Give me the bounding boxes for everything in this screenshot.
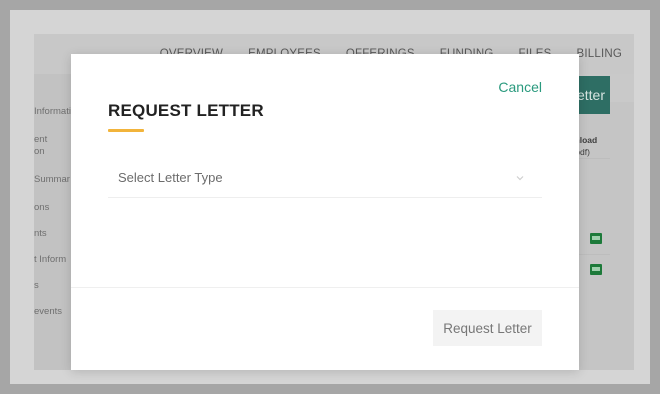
sidebar-item[interactable]: ent [34, 134, 47, 146]
request-letter-button[interactable]: Request Letter [433, 310, 542, 346]
modal-divider [71, 287, 579, 288]
sidebar-item[interactable]: Summar [34, 174, 70, 186]
sidebar-item[interactable]: t Inform [34, 254, 66, 266]
letter-type-select[interactable]: Select Letter Type [108, 160, 542, 198]
sidebar-item[interactable]: on [34, 146, 45, 158]
title-underline [108, 129, 144, 132]
sidebar-item[interactable]: nts [34, 228, 47, 240]
pdf-file-icon[interactable] [590, 233, 602, 244]
pdf-file-icon[interactable] [590, 264, 602, 275]
cancel-button[interactable]: Cancel [498, 79, 542, 95]
sidebar-item[interactable]: s [34, 280, 39, 292]
sidebar-item[interactable]: events [34, 306, 62, 318]
sidebar-item[interactable]: ons [34, 202, 49, 214]
letter-type-placeholder: Select Letter Type [118, 170, 223, 185]
modal-title: REQUEST LETTER [108, 101, 264, 120]
chevron-down-icon [516, 176, 524, 181]
request-letter-modal: Cancel REQUEST LETTER Select Letter Type… [71, 54, 579, 370]
sidebar-item[interactable]: Informati [34, 106, 71, 118]
tab-billing[interactable]: BILLING [576, 48, 622, 60]
